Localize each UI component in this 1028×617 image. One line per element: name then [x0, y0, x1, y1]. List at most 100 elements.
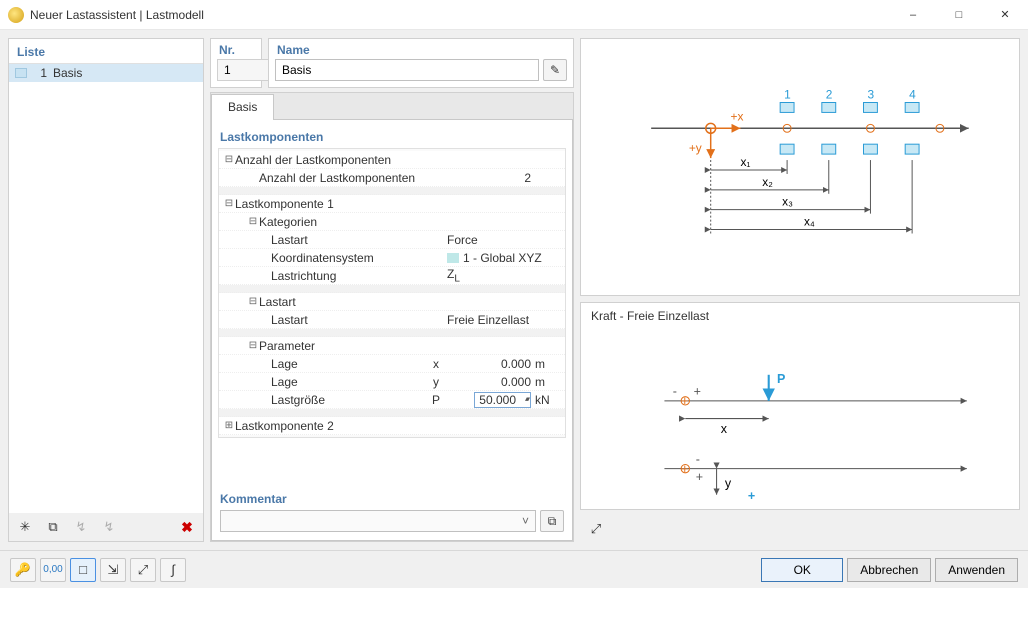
preview-column: +x +y 1 2 3 4 — [580, 38, 1020, 542]
properties-tree[interactable]: ⊟ Anzahl der Lastkomponenten Anzahl der … — [218, 148, 566, 438]
diag-axis-x: +x — [731, 109, 744, 123]
svg-text:P: P — [777, 372, 785, 386]
window-title: Neuer Lastassistent | Lastmodell — [30, 8, 890, 22]
close-button[interactable]: ✕ — [982, 0, 1028, 30]
name-panel: Name ✎ — [268, 38, 574, 88]
toolbar-btn-4: ↯ — [97, 516, 121, 538]
row-type[interactable]: Lastart Freie Einzellast — [219, 311, 565, 329]
svg-text:x: x — [721, 422, 728, 436]
svg-text:x₃: x₃ — [782, 195, 793, 209]
expand-icon[interactable]: ⊟ — [247, 296, 259, 307]
toolbar-btn-3: ↯ — [69, 516, 93, 538]
units-icon: 0,00 — [43, 564, 62, 575]
list-box[interactable]: 1 Basis — [9, 63, 203, 513]
diagram-top-svg: +x +y 1 2 3 4 — [581, 39, 1019, 295]
chevron-down-icon: ˅ — [522, 514, 529, 528]
svg-text:y: y — [725, 476, 732, 490]
minimize-button[interactable]: – — [890, 0, 936, 30]
diagram-top: +x +y 1 2 3 4 — [580, 38, 1020, 296]
row-lage-y[interactable]: Lage y 0.000 m — [219, 373, 565, 391]
delete-button[interactable]: ✖ — [175, 516, 199, 538]
expand-icon[interactable]: ⊟ — [247, 340, 259, 351]
comment-block: Kommentar ˅ ⧉ — [218, 488, 566, 534]
box-icon: □ — [79, 562, 87, 577]
svg-text:3: 3 — [867, 88, 874, 102]
row-lage-x[interactable]: Lage x 0.000 m — [219, 355, 565, 373]
list-item[interactable]: 1 Basis — [9, 64, 203, 82]
footer: 🔑 0,00 □ ⇲ ⤢ ∫ OK Abbrechen Anwenden — [0, 550, 1028, 588]
comment-label: Kommentar — [218, 488, 566, 510]
footer-btn-6[interactable]: ∫ — [160, 558, 186, 582]
expand-icon[interactable]: ⊟ — [223, 154, 235, 165]
window-controls: – □ ✕ — [890, 0, 1028, 30]
svg-text:4: 4 — [909, 88, 916, 102]
tab-basis[interactable]: Basis — [211, 94, 274, 120]
comment-input[interactable]: ˅ — [220, 510, 536, 532]
name-label: Name — [269, 39, 573, 59]
footer-btn-3[interactable]: □ — [70, 558, 96, 582]
svg-text:+: + — [681, 462, 688, 476]
delete-icon: ✖ — [181, 519, 193, 536]
svg-text:1: 1 — [784, 88, 791, 102]
key-icon: 🔑 — [15, 562, 31, 578]
svg-text:+: + — [748, 489, 755, 503]
list-item-number: 1 — [33, 66, 47, 80]
tab-area: Basis Lastkomponenten ⊟ Anzahl der Lastk… — [210, 92, 574, 542]
icon-6: ∫ — [171, 562, 175, 577]
row-comp2[interactable]: ⊞ Lastkomponente 2 — [219, 417, 565, 435]
row-coordsystem[interactable]: Koordinatensystem 1 - Global XYZ — [219, 249, 565, 267]
nr-label: Nr. — [211, 39, 261, 59]
expand-icon[interactable]: ⊟ — [247, 216, 259, 227]
svg-text:-: - — [696, 452, 700, 466]
row-type-header[interactable]: ⊟ Lastart — [219, 293, 565, 311]
tab-content: Lastkomponenten ⊟ Anzahl der Lastkompone… — [211, 119, 573, 541]
expand-icon[interactable]: ⊞ — [223, 420, 235, 431]
icon-3: ↯ — [76, 519, 87, 535]
svg-text:x₂: x₂ — [762, 175, 773, 189]
svg-text:+: + — [696, 470, 703, 484]
footer-btn-2[interactable]: 0,00 — [40, 558, 66, 582]
list-header: Liste — [9, 39, 203, 63]
svg-text:+: + — [681, 394, 688, 408]
copy-icon: ⧉ — [548, 514, 557, 529]
cancel-button[interactable]: Abbrechen — [847, 558, 931, 582]
row-lastgroesse[interactable]: Lastgröße P 50.000 kN — [219, 391, 565, 409]
list-toolbar: ✳ ⧉ ↯ ↯ ✖ — [9, 513, 203, 541]
list-panel: Liste 1 Basis ✳ ⧉ ↯ ↯ ✖ — [8, 38, 204, 542]
row-comp1[interactable]: ⊟ Lastkomponente 1 — [219, 195, 565, 213]
name-edit-button[interactable]: ✎ — [543, 59, 567, 81]
magnitude-input[interactable]: 50.000 — [474, 392, 531, 408]
coord-swatch-icon — [447, 253, 459, 263]
diagram-bottom-svg: - + + P x + - + y + — [581, 329, 1019, 535]
row-count-section[interactable]: ⊟ Anzahl der Lastkomponenten — [219, 151, 565, 169]
row-count[interactable]: Anzahl der Lastkomponenten 2 — [219, 169, 565, 187]
svg-text:x₄: x₄ — [804, 215, 815, 229]
row-params-header[interactable]: ⊟ Parameter — [219, 337, 565, 355]
svg-text:x₁: x₁ — [740, 155, 750, 169]
list-item-label: Basis — [53, 66, 82, 80]
footer-btn-5[interactable]: ⤢ — [130, 558, 156, 582]
duplicate-icon: ⧉ — [48, 519, 57, 535]
app-icon — [8, 7, 24, 23]
maximize-button[interactable]: □ — [936, 0, 982, 30]
row-direction[interactable]: Lastrichtung ZL — [219, 267, 565, 285]
dialog-body: Liste 1 Basis ✳ ⧉ ↯ ↯ ✖ Nr. — [0, 30, 1028, 550]
diagram-bottom-title: Kraft - Freie Einzellast — [581, 303, 1019, 329]
group-lastkomponenten: Lastkomponenten — [218, 126, 566, 148]
footer-btn-1[interactable]: 🔑 — [10, 558, 36, 582]
duplicate-button[interactable]: ⧉ — [41, 516, 65, 538]
new-button[interactable]: ✳ — [13, 516, 37, 538]
icon-4: ⇲ — [108, 562, 119, 578]
apply-button[interactable]: Anwenden — [935, 558, 1018, 582]
new-icon: ✳ — [20, 519, 31, 535]
expand-icon[interactable]: ⊟ — [223, 198, 235, 209]
comment-copy-button[interactable]: ⧉ — [540, 510, 564, 532]
svg-text:2: 2 — [826, 88, 833, 102]
footer-btn-4[interactable]: ⇲ — [100, 558, 126, 582]
ok-button[interactable]: OK — [761, 558, 843, 582]
svg-text:+: + — [694, 385, 701, 399]
row-categories[interactable]: ⊟ Kategorien — [219, 213, 565, 231]
name-field[interactable] — [275, 59, 539, 81]
row-lastart[interactable]: Lastart Force — [219, 231, 565, 249]
edit-icon: ✎ — [550, 63, 560, 77]
